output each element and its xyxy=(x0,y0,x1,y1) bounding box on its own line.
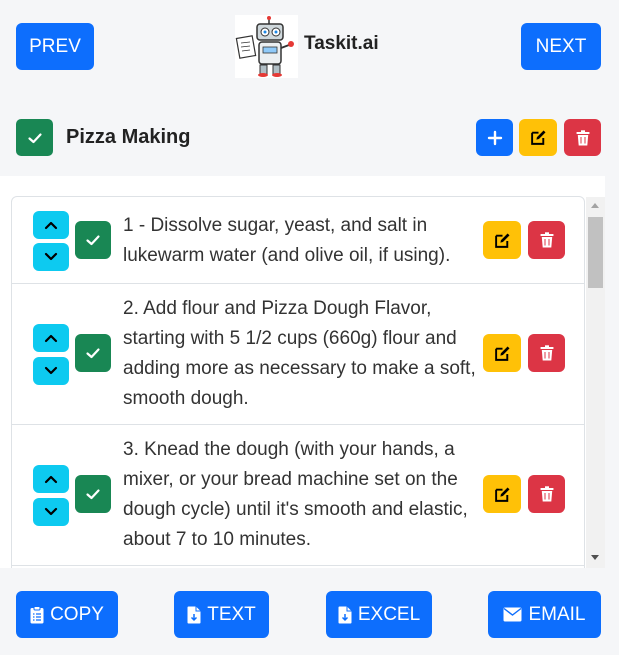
scrollbar-thumb[interactable] xyxy=(588,217,603,288)
move-up-button[interactable] xyxy=(33,324,69,352)
edit-list-button[interactable] xyxy=(519,119,557,156)
trash-icon xyxy=(540,345,554,361)
check-icon xyxy=(85,486,101,502)
item-text: 1 - Dissolve sugar, yeast, and salt in l… xyxy=(123,215,451,266)
scroll-down-arrow-icon[interactable] xyxy=(591,555,599,560)
check-icon xyxy=(85,345,101,361)
delete-item-button[interactable] xyxy=(528,334,565,372)
check-icon xyxy=(85,232,101,248)
copy-button[interactable]: COPY xyxy=(16,591,118,638)
export-text-button[interactable]: TEXT xyxy=(174,591,269,638)
move-down-button[interactable] xyxy=(33,243,69,271)
excel-label: EXCEL xyxy=(357,603,421,625)
text-label: TEXT xyxy=(207,603,256,625)
add-item-button[interactable] xyxy=(476,119,513,156)
email-label: EMAIL xyxy=(528,603,586,625)
chevron-down-icon xyxy=(44,252,58,262)
plus-icon xyxy=(487,130,503,146)
email-button[interactable]: EMAIL xyxy=(488,591,601,638)
scroll-up-arrow-icon[interactable] xyxy=(591,203,599,208)
chevron-up-icon xyxy=(44,474,58,484)
edit-item-button[interactable] xyxy=(483,334,521,372)
item-complete-checkbox[interactable] xyxy=(75,475,111,513)
clipboard-icon xyxy=(30,605,44,624)
list-scrollbar[interactable] xyxy=(586,197,605,568)
prev-button[interactable]: PREV xyxy=(16,23,94,70)
list-title: Pizza Making xyxy=(66,126,191,148)
list-complete-checkbox[interactable] xyxy=(16,119,53,156)
move-up-button[interactable] xyxy=(33,465,69,493)
item-text: 3. Knead the dough (with your hands, a m… xyxy=(123,439,468,550)
item-complete-checkbox[interactable] xyxy=(75,334,111,372)
move-down-button[interactable] xyxy=(33,357,69,385)
robot-logo xyxy=(235,15,298,78)
item-text: 2. Add flour and Pizza Dough Flavor, sta… xyxy=(123,298,476,409)
move-down-button[interactable] xyxy=(33,498,69,526)
next-button[interactable]: NEXT xyxy=(521,23,601,70)
file-download-icon xyxy=(187,606,201,624)
chevron-down-icon xyxy=(44,507,58,517)
copy-label: COPY xyxy=(50,603,104,625)
list-item: 1 - Dissolve sugar, yeast, and salt in l… xyxy=(12,197,584,284)
trash-icon xyxy=(540,232,554,248)
file-download-icon xyxy=(338,606,352,624)
edit-icon xyxy=(494,345,511,362)
move-up-button[interactable] xyxy=(33,211,69,239)
trash-icon xyxy=(540,486,554,502)
chevron-down-icon xyxy=(44,366,58,376)
delete-item-button[interactable] xyxy=(528,221,565,259)
edit-item-button[interactable] xyxy=(483,221,521,259)
list-item: 2. Add flour and Pizza Dough Flavor, sta… xyxy=(12,284,584,425)
delete-item-button[interactable] xyxy=(528,475,565,513)
item-complete-checkbox[interactable] xyxy=(75,221,111,259)
list-item: 3. Knead the dough (with your hands, a m… xyxy=(12,425,584,566)
trash-icon xyxy=(576,129,590,146)
brand-name: Taskit.ai xyxy=(304,33,379,54)
task-list-panel[interactable]: 1 - Dissolve sugar, yeast, and salt in l… xyxy=(0,176,605,568)
check-icon xyxy=(27,130,43,146)
edit-icon xyxy=(530,129,547,146)
delete-list-button[interactable] xyxy=(564,119,601,156)
export-excel-button[interactable]: EXCEL xyxy=(326,591,432,638)
chevron-up-icon xyxy=(44,333,58,343)
chevron-up-icon xyxy=(44,220,58,230)
envelope-icon xyxy=(503,607,522,622)
edit-icon xyxy=(494,232,511,249)
task-list: 1 - Dissolve sugar, yeast, and salt in l… xyxy=(11,196,585,568)
edit-item-button[interactable] xyxy=(483,475,521,513)
edit-icon xyxy=(494,486,511,503)
